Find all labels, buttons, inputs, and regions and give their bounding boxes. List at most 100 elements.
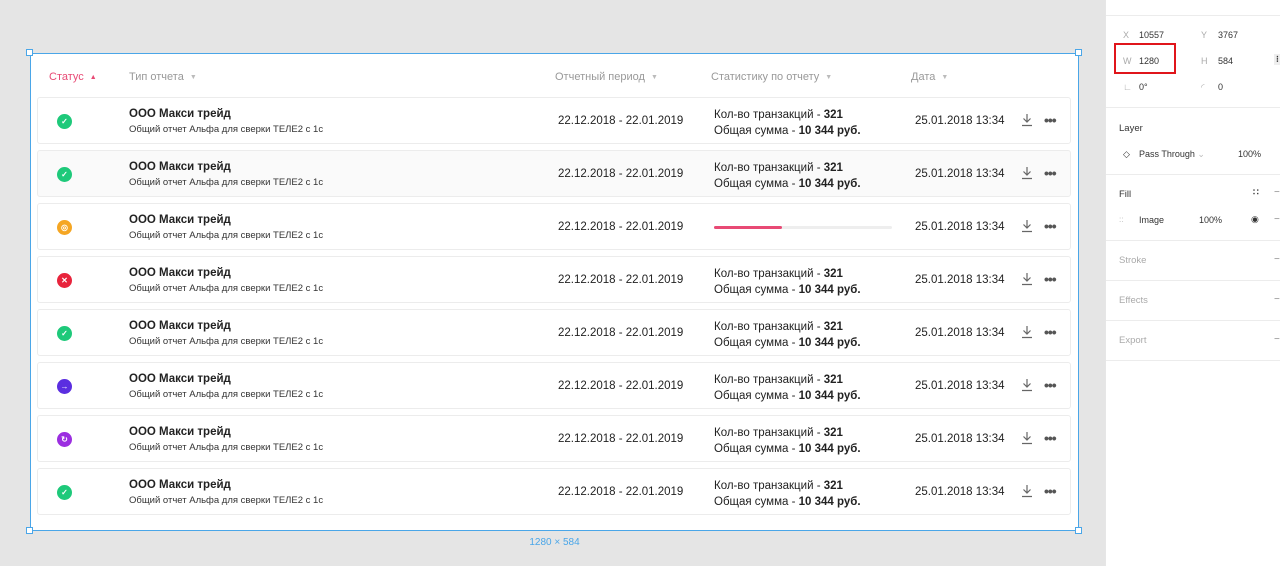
remove-fill-icon[interactable]: −	[1274, 187, 1280, 198]
report-date: 25.01.2018 13:34	[915, 486, 1005, 498]
company-name: ООО Макси трейд	[129, 426, 231, 438]
x-label: X	[1123, 30, 1130, 40]
report-description: Общий отчет Альфа для сверки ТЕЛЕ2 с 1с	[129, 442, 324, 453]
transactions-label: Кол-во транзакций -	[714, 480, 824, 492]
report-description: Общий отчет Альфа для сверки ТЕЛЕ2 с 1с	[129, 336, 324, 347]
sort-up-icon: ▲	[89, 73, 97, 81]
report-period: 22.12.2018 - 22.01.2019	[558, 433, 684, 445]
table-row[interactable]: ◎ ООО Макси трейд Общий отчет Альфа для св…	[37, 203, 1071, 250]
column-header-date[interactable]: Дата ▼	[911, 71, 948, 83]
report-date: 25.01.2018 13:34	[915, 380, 1005, 392]
y-field[interactable]: 3767	[1218, 30, 1238, 40]
download-icon[interactable]	[1021, 325, 1033, 339]
report-description: Общий отчет Альфа для сверки ТЕЛЕ2 с 1с	[129, 389, 324, 400]
fill-type[interactable]: Image	[1139, 215, 1164, 225]
transactions-count: 321	[823, 268, 843, 280]
resize-handle-bottom-right[interactable]	[1075, 527, 1082, 534]
divider	[1106, 320, 1280, 321]
more-options-icon[interactable]: •••	[1044, 112, 1057, 128]
blend-mode-select[interactable]: Pass Through ⌄	[1139, 149, 1205, 160]
total-label: Общая сумма -	[714, 284, 799, 296]
transactions-label: Кол-во транзакций -	[714, 162, 824, 174]
w-field[interactable]: 1280	[1139, 56, 1159, 66]
divider	[1106, 240, 1280, 241]
total-line: Общая сумма - 10 344 руб.	[714, 176, 861, 192]
report-description: Общий отчет Альфа для сверки ТЕЛЕ2 с 1с	[129, 283, 324, 294]
add-effect-icon[interactable]: −	[1274, 294, 1280, 305]
add-stroke-icon[interactable]: −	[1274, 254, 1280, 265]
layer-opacity-field[interactable]: 100%	[1238, 149, 1261, 159]
status-success-icon: ✓	[57, 326, 72, 341]
report-date: 25.01.2018 13:34	[915, 221, 1005, 233]
corner-radius-field[interactable]: 0	[1218, 82, 1223, 92]
table-row[interactable]: ✕ ООО Макси трейд Общий отчет Альфа для св…	[37, 256, 1071, 303]
total-line: Общая сумма - 10 344 руб.	[714, 441, 861, 457]
more-options-icon[interactable]: •••	[1044, 430, 1057, 446]
rotation-field[interactable]: 0°	[1139, 82, 1148, 92]
resize-handle-top-left[interactable]	[26, 49, 33, 56]
column-header-type[interactable]: Тип отчета ▼	[129, 71, 197, 83]
eye-icon[interactable]: ◉	[1251, 214, 1259, 225]
report-stats: Кол-во транзакций - 321 Общая сумма - 10 …	[714, 478, 861, 510]
table-row[interactable]: ✓ ООО Макси трейд Общий отчет Альфа для св…	[37, 97, 1071, 144]
report-date: 25.01.2018 13:34	[915, 327, 1005, 339]
column-header-status[interactable]: Статус ▲	[49, 71, 97, 83]
report-period: 22.12.2018 - 22.01.2019	[558, 115, 684, 127]
h-field[interactable]: 584	[1218, 56, 1233, 66]
total-label: Общая сумма -	[714, 443, 799, 455]
remove-fill-icon[interactable]: −	[1274, 214, 1280, 225]
resize-handle-bottom-left[interactable]	[26, 527, 33, 534]
column-header-period[interactable]: Отчетный период ▼	[555, 71, 658, 83]
download-icon[interactable]	[1021, 219, 1033, 233]
download-icon[interactable]	[1021, 272, 1033, 286]
transactions-label: Кол-во транзакций -	[714, 427, 824, 439]
total-label: Общая сумма -	[714, 125, 799, 137]
more-options-icon[interactable]: •••	[1044, 271, 1057, 287]
table-row[interactable]: ✓ ООО Макси трейд Общий отчет Альфа для св…	[37, 309, 1071, 356]
table-row[interactable]: ✓ ООО Макси трейд Общий отчет Альфа для св…	[37, 150, 1071, 197]
total-label: Общая сумма -	[714, 496, 799, 508]
download-icon[interactable]	[1021, 378, 1033, 392]
styles-grid-icon[interactable]: ∷	[1253, 187, 1259, 198]
x-field[interactable]: 10557	[1139, 30, 1164, 40]
table-row[interactable]: → ООО Макси трейд Общий отчет Альфа для св…	[37, 362, 1071, 409]
properties-panel: X 10557 Y 3767 W 1280 H 584 ⁝ ∟ 0° ◜ 0 L…	[1105, 0, 1280, 566]
download-icon[interactable]	[1021, 166, 1033, 180]
status-success-icon: ✓	[57, 167, 72, 182]
table-row[interactable]: ✓ ООО Макси трейд Общий отчет Альфа для св…	[37, 468, 1071, 515]
total-sum: 10 344 руб.	[798, 337, 861, 349]
download-icon[interactable]	[1021, 113, 1033, 127]
more-options-icon[interactable]: •••	[1044, 483, 1057, 499]
column-header-stats[interactable]: Статистику по отчету ▼	[711, 71, 832, 83]
transactions-line: Кол-во транзакций - 321	[714, 478, 861, 494]
status-success-icon: ✓	[57, 485, 72, 500]
resize-handle-top-right[interactable]	[1075, 49, 1082, 56]
more-options-icon[interactable]: •••	[1044, 324, 1057, 340]
report-date: 25.01.2018 13:34	[915, 168, 1005, 180]
more-options-icon[interactable]: •••	[1044, 218, 1057, 234]
fill-opacity-field[interactable]: 100%	[1199, 215, 1222, 225]
total-sum: 10 344 руб.	[798, 178, 861, 190]
company-name: ООО Макси трейд	[129, 267, 231, 279]
download-icon[interactable]	[1021, 431, 1033, 445]
drag-handle-icon[interactable]: ∶∶	[1119, 215, 1124, 226]
sort-down-icon: ▼	[189, 73, 197, 81]
transactions-count: 321	[823, 109, 843, 121]
column-header-stats-label: Статистику по отчету	[711, 71, 820, 83]
table-row[interactable]: ↻ ООО Макси трейд Общий отчет Альфа для св…	[37, 415, 1071, 462]
report-period: 22.12.2018 - 22.01.2019	[558, 380, 684, 392]
report-stats: Кол-во транзакций - 321 Общая сумма - 10 …	[714, 160, 861, 192]
frame-size-label: 1280 × 584	[529, 537, 580, 548]
blend-mode-value: Pass Through	[1139, 149, 1195, 159]
report-period: 22.12.2018 - 22.01.2019	[558, 274, 684, 286]
more-options-icon[interactable]: •••	[1044, 165, 1057, 181]
download-icon[interactable]	[1021, 484, 1033, 498]
report-description: Общий отчет Альфа для сверки ТЕЛЕ2 с 1с	[129, 177, 324, 188]
constrain-proportions-icon[interactable]: ⁝	[1274, 54, 1280, 65]
report-stats: Кол-во транзакций - 321 Общая сумма - 10 …	[714, 425, 861, 457]
export-section-title: Export	[1119, 335, 1147, 346]
more-options-icon[interactable]: •••	[1044, 377, 1057, 393]
add-export-icon[interactable]: −	[1274, 334, 1280, 345]
company-name: ООО Макси трейд	[129, 373, 231, 385]
total-sum: 10 344 руб.	[798, 390, 861, 402]
